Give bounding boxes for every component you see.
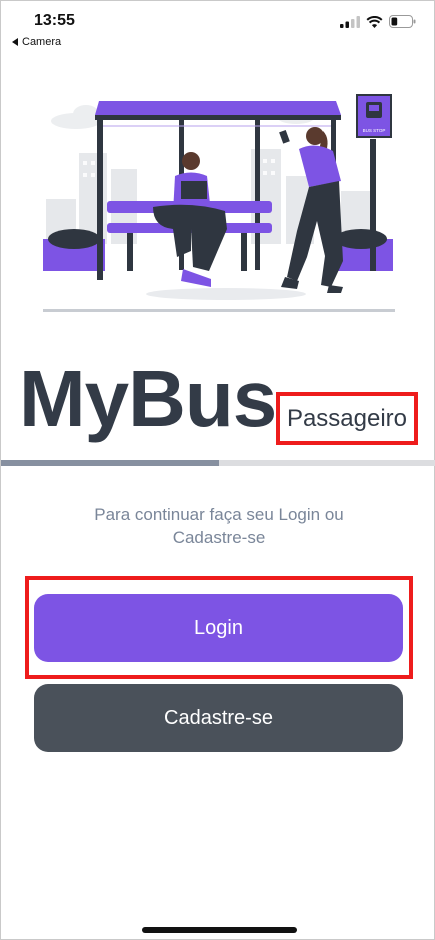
role-label: Passageiro [286, 404, 408, 432]
sitting-man-figure [153, 152, 227, 287]
bus-stop-illustration: BUS STOP [43, 94, 395, 312]
register-button[interactable]: Cadastre-se [34, 684, 403, 752]
login-instructions: Para continuar faça seu Login ou Cadastr… [94, 505, 344, 547]
role-label-highlight: Passageiro [276, 392, 418, 445]
cellular-signal-icon [340, 15, 360, 28]
ground [43, 288, 395, 312]
back-app-label: Camera [22, 36, 62, 48]
home-indicator[interactable] [142, 927, 297, 933]
status-icons [340, 15, 416, 28]
app-screen: 13:55 Camera BUS STOP MyBus Passageiro P… [0, 0, 435, 940]
wifi-icon [366, 15, 383, 28]
progress-fill [1, 460, 219, 466]
back-to-app-link[interactable]: Camera [12, 36, 61, 48]
battery-icon [389, 15, 416, 28]
chevron-left-icon [12, 38, 18, 46]
progress-bar [1, 460, 435, 466]
bus-stop-sign-text: BUS STOP [363, 128, 386, 133]
login-button[interactable]: Login [34, 594, 403, 662]
app-logo-title: MyBus [19, 354, 277, 443]
status-time: 13:55 [34, 12, 75, 29]
